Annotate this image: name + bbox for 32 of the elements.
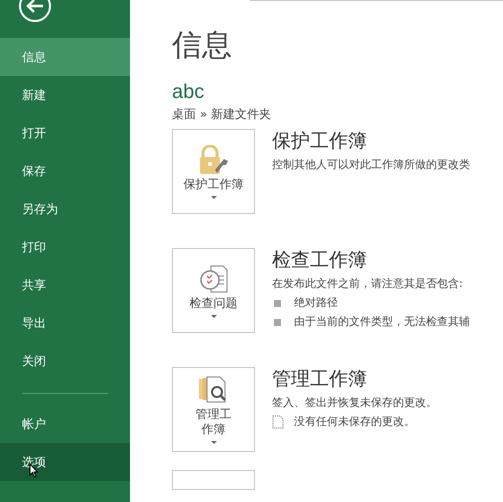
section-title: 检查工作簿 <box>272 248 368 272</box>
section-description: 签入、签出并恢复未保存的更改。 <box>272 395 437 411</box>
menu-item[interactable]: 信息 <box>0 38 130 76</box>
checklist-icon <box>198 264 228 294</box>
bullet-text: 绝对路径 <box>294 295 338 311</box>
section-description: 控制其他人可以对此工作簿所做的更改类 <box>272 157 470 173</box>
document-icon <box>272 415 284 429</box>
file-name: abc <box>172 80 206 104</box>
menu-item[interactable]: 另存为 <box>0 190 130 228</box>
menu-item[interactable]: 共享 <box>0 266 130 304</box>
menu-item[interactable]: 新建 <box>0 76 130 114</box>
section-description: 在发布此文件之前，请注意其是否包含: <box>272 276 464 292</box>
menu-item[interactable]: 关闭 <box>0 342 130 380</box>
menu-item[interactable]: 导出 <box>0 304 130 342</box>
bullet-icon <box>274 300 281 306</box>
section-button[interactable]: 检查问题 <box>172 248 255 333</box>
menu-item[interactable]: 打印 <box>0 228 130 266</box>
menu-item[interactable]: 打开 <box>0 114 130 152</box>
menu-item[interactable]: 帐户 <box>0 405 130 443</box>
file-path: 桌面 » 新建文件夹 <box>172 106 272 123</box>
dropdown-icon <box>210 314 216 318</box>
section-title: 管理工作簿 <box>272 367 368 391</box>
dropdown-icon <box>210 441 216 444</box>
dropdown-icon <box>210 196 216 198</box>
section-title: 保护工作簿 <box>272 129 368 153</box>
bullet-text: 由于当前的文件类型，无法检查其辅 <box>294 314 470 330</box>
section-button[interactable]: 管理工作簿 <box>172 367 255 452</box>
page-title: 信息 <box>172 27 233 65</box>
bullet-text: 没有任何未保存的更改。 <box>294 414 415 430</box>
bullet-icon <box>274 318 281 326</box>
section-button[interactable]: 保护工作簿 <box>172 129 255 214</box>
menu-item[interactable]: 保存 <box>0 152 130 190</box>
